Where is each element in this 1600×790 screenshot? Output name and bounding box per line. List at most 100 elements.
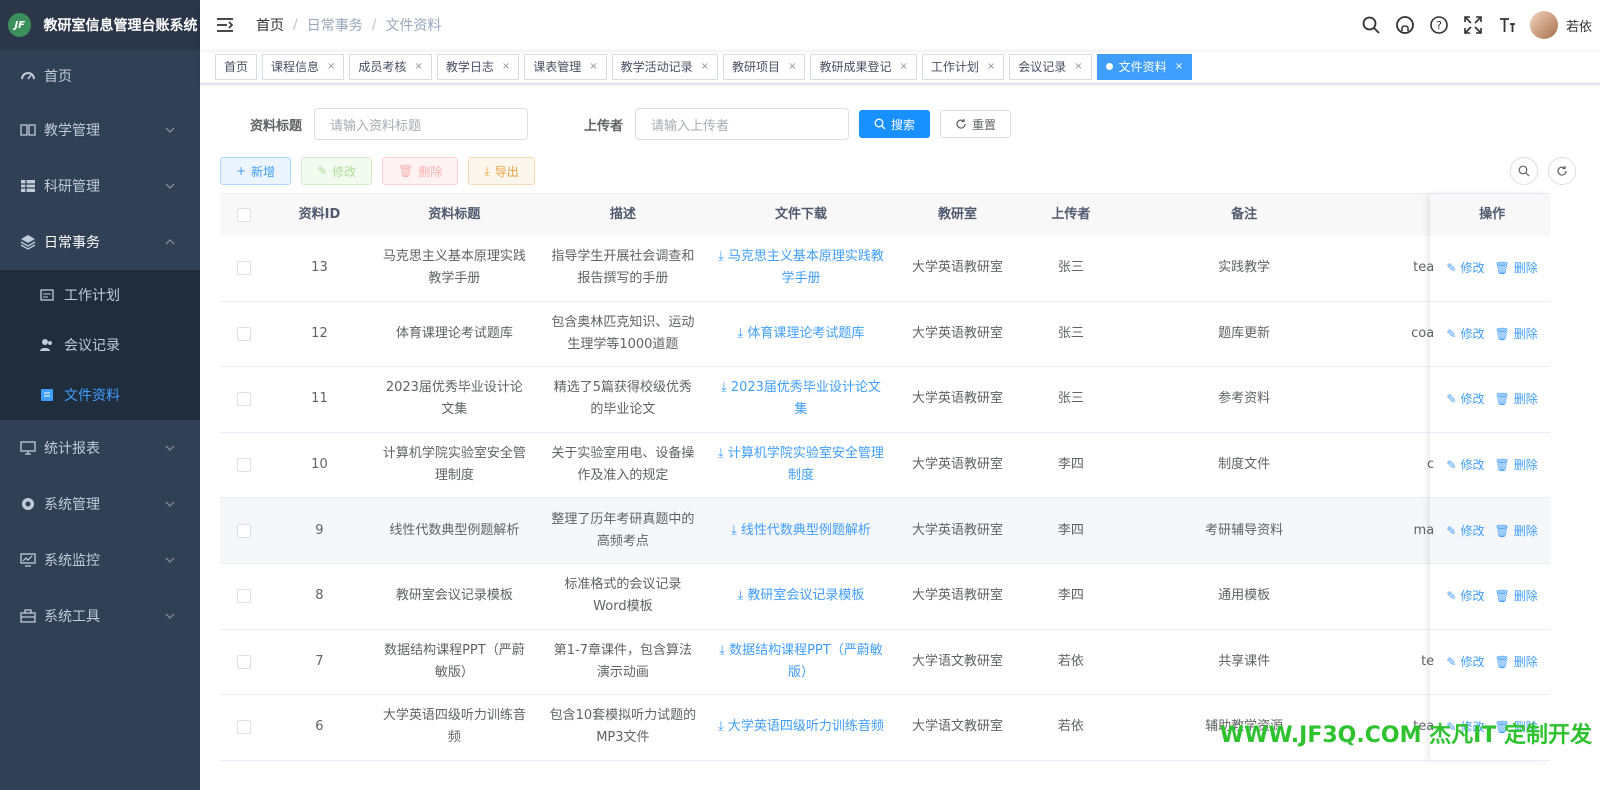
add-button-label: 新增 — [251, 164, 276, 179]
cell-remark: 制度文件 — [1218, 457, 1271, 473]
cell-title: 2023届优秀毕业设计论文集 — [385, 380, 523, 418]
sidebar-item-monitor[interactable]: 系统监控 — [0, 532, 200, 588]
sidebar-item-label: 文件资料 — [64, 388, 120, 404]
github-icon[interactable] — [1395, 15, 1415, 35]
tag-meeting[interactable]: 会议记录 × — [1009, 53, 1092, 80]
close-icon[interactable]: × — [414, 61, 422, 72]
breadcrumb: 首页 / 日常事务 / 文件资料 — [256, 15, 441, 35]
row-checkbox[interactable] — [237, 392, 252, 407]
file-download-link[interactable]: ⤓ 线性代数典型例题解析 — [731, 523, 871, 538]
table-row[interactable]: 8 教研室会议记录模板 标准格式的会议记录Word模板 ⤓ 教研室会议记录模板 大学英语… — [220, 564, 1550, 630]
select-cell — [220, 458, 269, 473]
close-icon[interactable]: × — [327, 61, 335, 72]
row-checkbox[interactable] — [237, 326, 252, 341]
close-icon[interactable]: × — [1074, 61, 1082, 72]
table-row[interactable]: 10 计算机学院实验室安全管理制度 关于实验室用电、设备操作及准入的规定 ⤓ 计算机学… — [220, 433, 1550, 499]
download-icon: ⤓ — [730, 522, 741, 538]
uploader-search-input[interactable]: 请输入上传者 — [635, 108, 850, 140]
sidebar-item-work-plan[interactable]: 工作计划 — [0, 270, 200, 320]
tag-course-info[interactable]: 课程信息 × — [262, 53, 345, 80]
table-row[interactable]: 7 数据结构课程PPT（严蔚敏版） 第1-7章课件，包含算法演示动画 ⤓ 数据结构课程… — [220, 630, 1550, 696]
fullscreen-icon[interactable] — [1463, 15, 1483, 35]
file-download-link[interactable]: ⤓ 计算机学院实验室安全管理制度 — [718, 446, 884, 483]
row-checkbox[interactable] — [237, 589, 252, 604]
logo-bar[interactable]: JF 教研室信息管理台账系统 — [0, 0, 200, 50]
tag-work-plan[interactable]: 工作计划 × — [921, 53, 1005, 80]
cell-overflow: c — [1427, 457, 1435, 473]
font-size-icon[interactable] — [1497, 15, 1517, 35]
file-download-link[interactable]: ⤓ 数据结构课程PPT（严蔚敏版） — [719, 643, 883, 680]
row-checkbox[interactable] — [237, 458, 252, 473]
sidebar-item-reports[interactable]: 统计报表 — [0, 420, 200, 476]
file-download-link[interactable]: ⤓ 体育课理论考试题库 — [737, 326, 864, 341]
username[interactable]: 若依 — [1566, 16, 1592, 35]
row-checkbox[interactable] — [237, 720, 252, 735]
refresh-button[interactable] — [1548, 157, 1576, 185]
close-icon[interactable]: × — [899, 61, 907, 72]
settings-icon — [20, 496, 36, 512]
select-all-checkbox[interactable] — [237, 208, 252, 222]
row-checkbox[interactable] — [237, 523, 252, 538]
add-button[interactable]: + 新增 — [220, 157, 292, 185]
question-icon[interactable]: ? — [1429, 15, 1449, 35]
delete-button[interactable]: 🗑 删除 — [382, 157, 459, 185]
hamburger-icon[interactable] — [216, 16, 234, 34]
tag-schedule[interactable]: 课表管理 × — [524, 53, 607, 80]
select-cell — [220, 654, 269, 669]
row-checkbox[interactable] — [237, 261, 252, 276]
sidebar-item-label: 统计报表 — [44, 441, 100, 457]
tag-member-assessment[interactable]: 成员考核 × — [349, 53, 432, 80]
logo-icon: JF — [8, 13, 32, 37]
sidebar-item-home[interactable]: 首页 — [0, 50, 200, 102]
edit-button[interactable]: ✎ 修改 — [301, 157, 373, 185]
download-icon: ⤓ — [720, 380, 731, 396]
close-icon[interactable]: × — [589, 61, 597, 72]
sidebar-item-daily[interactable]: 日常事务 — [0, 214, 200, 270]
reset-button[interactable]: 重置 — [940, 110, 1012, 138]
export-button[interactable]: ⤓ 导出 — [468, 157, 535, 185]
tag-achievement[interactable]: 教研成果登记 × — [810, 53, 917, 80]
close-icon[interactable]: × — [788, 61, 796, 72]
avatar[interactable] — [1529, 11, 1558, 39]
right-menu: ? 若依 — [1354, 0, 1592, 50]
toggle-search-button[interactable] — [1510, 157, 1538, 185]
file-link-label: 数据结构课程PPT（严蔚敏版） — [729, 642, 883, 680]
search-icon[interactable] — [1361, 15, 1381, 35]
file-download-link[interactable]: ⤓ 大学英语四级听力训练音频 — [718, 719, 884, 734]
sidebar-item-teaching[interactable]: 教学管理 — [0, 102, 200, 158]
sidebar-item-files[interactable]: 文件资料 — [0, 370, 200, 420]
row-checkbox[interactable] — [237, 654, 252, 669]
tag-home[interactable]: 首页 — [215, 53, 258, 80]
toolbox-icon — [20, 608, 36, 624]
tag-files[interactable]: 文件资料 × — [1096, 53, 1193, 80]
cell-file: ⤓ 数据结构课程PPT（严蔚敏版） — [707, 640, 895, 684]
uploader-label: 上传者 — [584, 118, 624, 134]
book-icon — [20, 122, 36, 138]
tag-label: 成员考核 — [358, 60, 407, 74]
table-row[interactable]: 12 体育课理论考试题库 包含奥林匹克知识、运动生理学等1000道题 ⤓ 体育课理论考… — [220, 302, 1550, 368]
edit-icon: ✎ — [317, 164, 328, 178]
cell-uploader: 李四 — [1057, 457, 1084, 473]
close-icon[interactable]: × — [1175, 61, 1183, 72]
sidebar-item-research[interactable]: 科研管理 — [0, 158, 200, 214]
tag-teaching-log[interactable]: 教学日志 × — [436, 53, 520, 80]
sidebar-item-system[interactable]: 系统管理 — [0, 476, 200, 532]
close-icon[interactable]: × — [502, 61, 510, 72]
file-download-link[interactable]: ⤓ 马克思主义基本原理实践教学手册 — [718, 249, 884, 286]
table-row[interactable]: 11 2023届优秀毕业设计论文集 精选了5篇获得校级优秀的毕业论文 ⤓ 2023届优… — [220, 367, 1550, 433]
close-icon[interactable]: × — [987, 61, 995, 72]
tag-research-project[interactable]: 教研项目 × — [723, 53, 806, 80]
sidebar-item-meeting[interactable]: 会议记录 — [0, 320, 200, 370]
title-search-input[interactable]: 请输入资料标题 — [314, 108, 529, 140]
close-icon[interactable]: × — [701, 61, 709, 72]
file-download-link[interactable]: ⤓ 教研室会议记录模板 — [737, 588, 864, 603]
sidebar-item-tools[interactable]: 系统工具 — [0, 588, 200, 644]
file-download-link[interactable]: ⤓ 2023届优秀毕业设计论文集 — [721, 380, 881, 417]
people-icon — [40, 339, 52, 351]
cell-id: 11 — [311, 391, 328, 407]
table-row[interactable]: 13 马克思主义基本原理实践教学手册 指导学生开展社会调查和报告撰写的手册 ⤓ 马克思… — [220, 236, 1550, 302]
tag-activity-record[interactable]: 教学活动记录 × — [611, 53, 719, 80]
table-row[interactable]: 9 线性代数典型例题解析 整理了历年考研真题中的高频考点 ⤓ 线性代数典型例题解析 大学… — [220, 498, 1550, 564]
breadcrumb-home[interactable]: 首页 — [256, 15, 284, 35]
search-button[interactable]: 搜索 — [859, 110, 931, 138]
